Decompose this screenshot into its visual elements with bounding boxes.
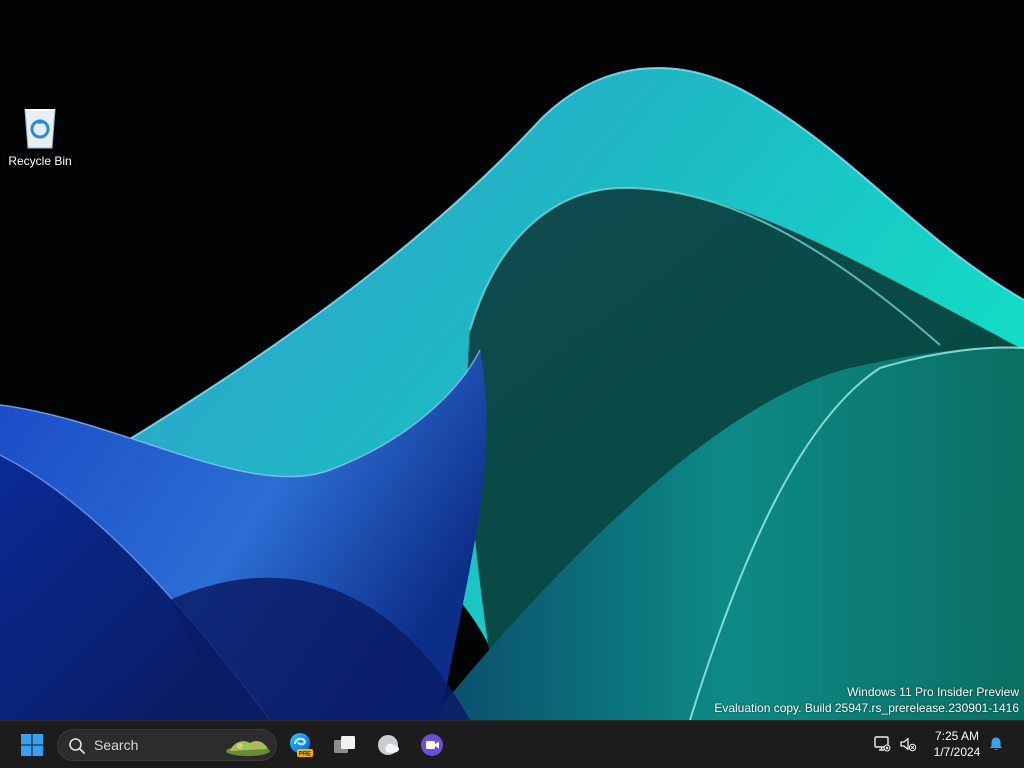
taskbar-clock[interactable]: 7:25 AM 1/7/2024 [926,728,988,760]
taskbar: Search PRE 7:25 AM 1/7/2024 [0,720,1024,768]
watermark-build: Evaluation copy. Build 25947.rs_prerelea… [714,701,1019,715]
wallpaper [0,67,1024,720]
search-input[interactable]: Search [57,729,277,761]
recycle-bin-icon [24,109,56,149]
taskbar-app-weather[interactable] [371,727,407,763]
windows-logo-icon [21,734,43,756]
edge-pre-icon: PRE [290,733,313,758]
search-placeholder: Search [94,737,139,753]
network-disconnected-icon [874,736,891,752]
tray-volume-button[interactable] [895,731,921,757]
edge-pre-badge: PRE [299,752,311,758]
weather-icon [378,735,399,755]
desktop[interactable]: Recycle Bin Windows 11 Pro Insider Previ… [0,0,1024,720]
notification-center-button[interactable] [983,731,1009,757]
watermark-edition: Windows 11 Pro Insider Preview [847,685,1019,699]
meet-video-icon [421,734,443,756]
taskbar-app-meet[interactable] [414,727,450,763]
taskbar-app-edge-preview[interactable]: PRE [283,727,319,763]
taskbar-app-task-view[interactable] [327,727,363,763]
bell-icon [990,737,1002,750]
desktop-icon-label: Recycle Bin [8,154,72,168]
start-button[interactable] [14,727,50,763]
clock-time: 7:25 AM [934,729,980,743]
tray-network-button[interactable] [869,731,895,757]
evaluation-watermark: Windows 11 Pro Insider Preview Evaluatio… [714,684,1019,716]
desktop-icon-recycle-bin[interactable]: Recycle Bin [4,102,76,176]
search-icon [69,738,85,754]
volume-muted-icon [900,737,917,752]
clock-date: 1/7/2024 [933,745,981,759]
task-view-icon [334,736,355,753]
search-highlight-illustration [226,741,270,756]
